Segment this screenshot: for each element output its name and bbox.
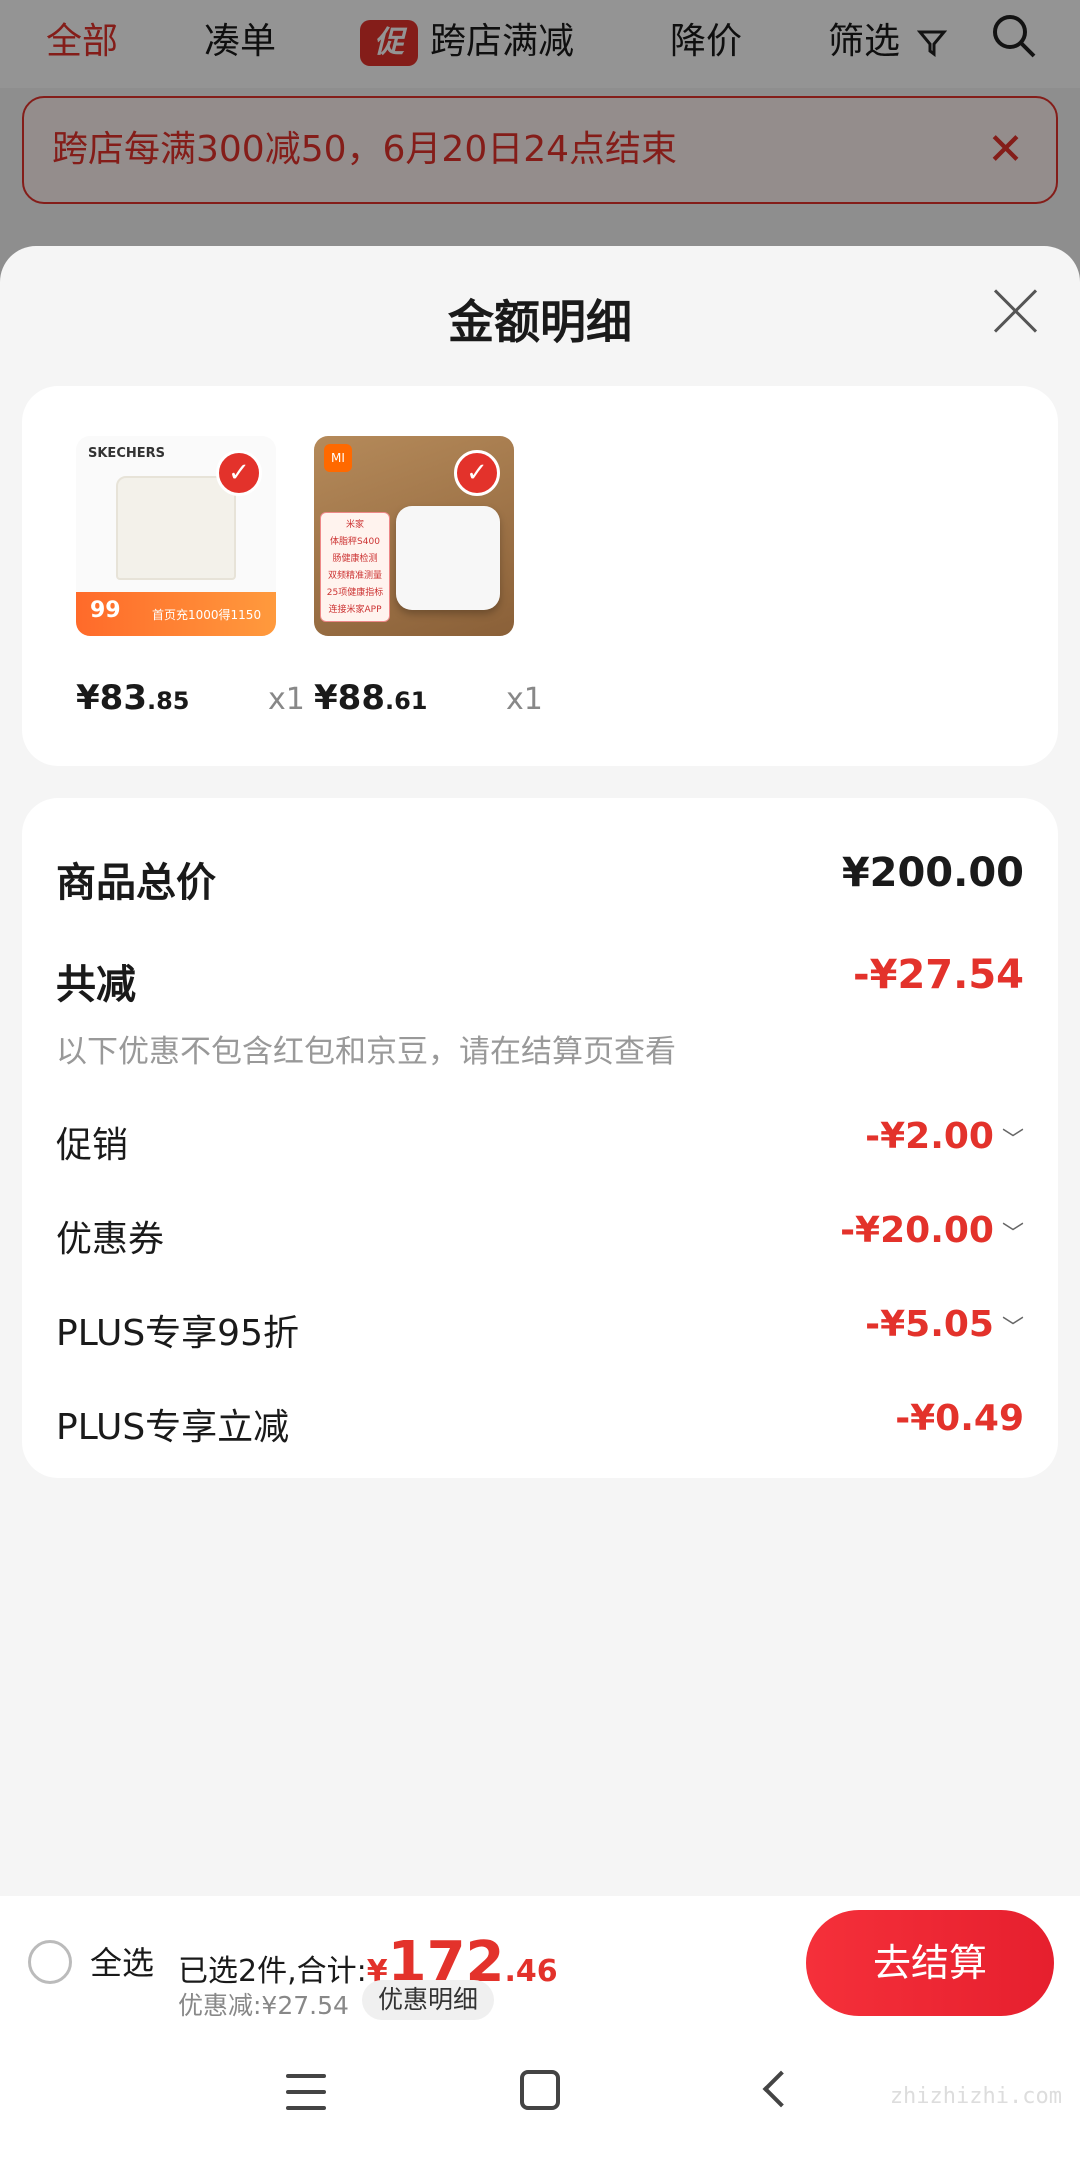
total-value: ¥200.00 (841, 850, 1024, 896)
discount-value: -¥20.00 ﹀ (840, 1210, 1024, 1251)
select-all-label[interactable]: 全选 (90, 1938, 154, 1984)
discount-note: 以下优惠不包含红包和京豆，请在结算页查看 (56, 1034, 676, 1070)
watermark: zhizhizhi.com (889, 2084, 1062, 2109)
brand-logo: MI (324, 444, 352, 472)
product-price: ¥88.61 (314, 678, 428, 718)
total-label: 商品总价 (56, 860, 216, 906)
discount-label: 促销 (56, 1125, 129, 1166)
product-qty: x1 (268, 682, 305, 717)
home-icon[interactable] (520, 2070, 560, 2110)
reduce-value: -¥27.54 (853, 952, 1024, 998)
discount-label: PLUS专享95折 (56, 1313, 299, 1354)
shorts-graphic (116, 476, 236, 580)
product-image: MI 米家 体脂秤S400 肠健康检测 双频精准测量 25项健康指标 连接米家A… (314, 436, 514, 636)
total-dec: .46 (504, 1954, 558, 1989)
product-image: SKECHERS 99 首页充1000得1150 ✓ (76, 436, 276, 636)
check-icon[interactable]: ✓ (216, 450, 262, 496)
amount-detail-sheet: 金额明细 SKECHERS 99 首页充1000得1150 ✓ ¥83.85 x… (0, 246, 1080, 1896)
product-price: ¥83.85 (76, 678, 190, 718)
promo-strip-badge: 99 (90, 598, 121, 623)
discount-label: PLUS专享立减 (56, 1407, 290, 1448)
promo-strip: 99 首页充1000得1150 (76, 592, 276, 636)
check-icon[interactable]: ✓ (454, 450, 500, 496)
checkout-bar: 全选 已选2件,合计:¥172.46 优惠减:¥27.54 优惠明细 去结算 (0, 1896, 1080, 2030)
discount-detail-button[interactable]: 优惠明细 (362, 1980, 495, 2020)
chevron-down-icon[interactable]: ﹀ (1002, 1122, 1024, 1154)
product-item[interactable]: SKECHERS 99 首页充1000得1150 ✓ ¥83.85 x1 (76, 436, 305, 718)
price-int: ¥88 (314, 678, 385, 718)
feature-line: 米家 (345, 520, 364, 530)
feature-line: 体脂秤S400 (330, 537, 380, 547)
product-item[interactable]: MI 米家 体脂秤S400 肠健康检测 双频精准测量 25项健康指标 连接米家A… (314, 436, 543, 718)
chevron-down-icon[interactable]: ﹀ (1002, 1310, 1024, 1342)
sheet-title: 金额明细 (448, 295, 632, 349)
back-icon[interactable] (760, 2070, 790, 2110)
feature-panel: 米家 体脂秤S400 肠健康检测 双频精准测量 25项健康指标 连接米家APP (320, 512, 390, 622)
discount-label: 优惠券 (56, 1219, 165, 1260)
system-nav-bar: zhizhizhi.com (0, 2030, 1080, 2159)
feature-line: 肠健康检测 (332, 554, 378, 564)
reduce-label: 共减 (56, 962, 136, 1008)
feature-line: 双频精准测量 (327, 571, 382, 581)
scale-graphic (396, 506, 500, 610)
brand-label: SKECHERS (88, 446, 165, 461)
promo-strip-text: 首页充1000得1150 (152, 608, 262, 622)
product-list: SKECHERS 99 首页充1000得1150 ✓ ¥83.85 x1 MI … (22, 386, 1058, 766)
menu-icon[interactable] (286, 2074, 326, 2110)
discount-value: -¥2.00 ﹀ (865, 1116, 1024, 1157)
product-qty: x1 (506, 682, 543, 717)
price-int: ¥83 (76, 678, 147, 718)
checkout-button[interactable]: 去结算 (806, 1910, 1054, 2016)
price-breakdown: 商品总价 ¥200.00 共减 -¥27.54 以下优惠不包含红包和京豆，请在结… (22, 798, 1058, 1478)
discount-value: -¥0.49 (895, 1398, 1024, 1439)
summary-prefix: 已选2件,合计: (178, 1954, 367, 1989)
price-dec: .85 (146, 687, 190, 715)
discount-value: -¥5.05 ﹀ (865, 1304, 1024, 1345)
feature-line: 25项健康指标 (326, 588, 384, 598)
close-icon[interactable] (990, 286, 1040, 336)
discount-summary: 优惠减:¥27.54 (178, 1991, 349, 2020)
price-dec: .61 (384, 687, 428, 715)
feature-line: 连接米家APP (328, 605, 382, 615)
select-all-radio[interactable] (28, 1940, 72, 1984)
chevron-down-icon[interactable]: ﹀ (1002, 1216, 1024, 1248)
